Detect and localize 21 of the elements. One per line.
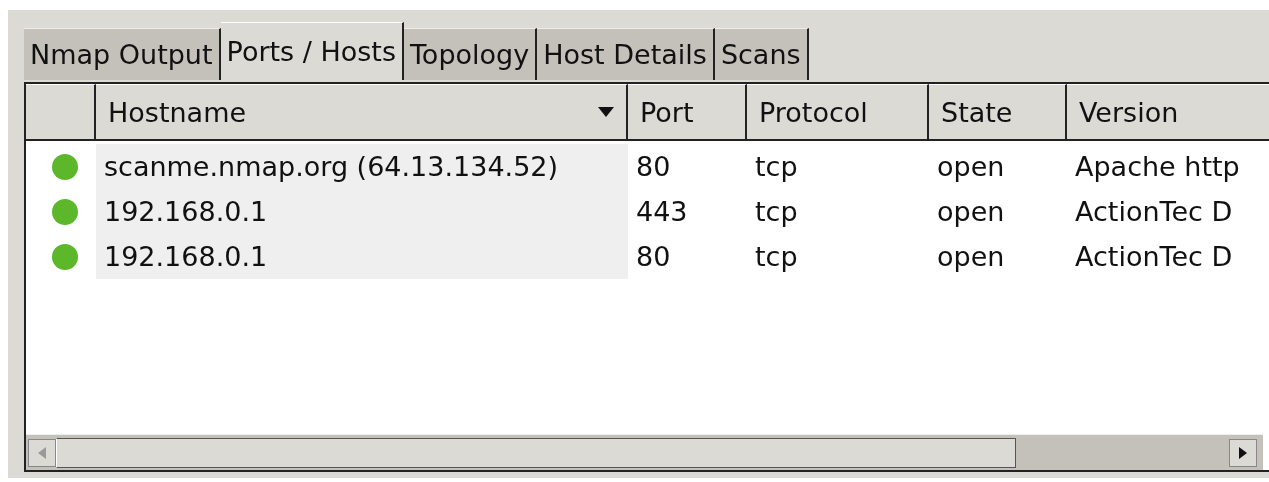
scroll-thumb[interactable]	[56, 437, 1016, 468]
tab[interactable]: Scans	[714, 28, 809, 80]
tab[interactable]: Nmap Output	[24, 28, 221, 80]
right-arrow-icon	[1239, 446, 1247, 459]
column-header[interactable]: State	[929, 84, 1067, 141]
tab[interactable]: Host Details	[537, 28, 715, 80]
column-header[interactable]: Hostname	[96, 84, 628, 141]
left-arrow-icon	[38, 446, 46, 459]
table-cell: scanme.nmap.org (64.13.134.52)	[96, 144, 628, 189]
column-header[interactable]: Protocol	[747, 84, 929, 141]
tab[interactable]: Ports / Hosts	[220, 22, 404, 80]
horizontal-scrollbar[interactable]	[26, 434, 1263, 470]
column-header[interactable]: Version	[1067, 84, 1269, 141]
column-header[interactable]	[26, 84, 96, 141]
tab[interactable]: Topology	[403, 28, 538, 80]
column-header[interactable]: Port	[628, 84, 747, 141]
scroll-left-button[interactable]	[28, 438, 56, 467]
table-cell: 192.168.0.1	[96, 189, 628, 234]
scroll-right-button[interactable]	[1229, 438, 1257, 467]
table-cell: 192.168.0.1	[96, 234, 628, 279]
sort-arrow-icon	[598, 107, 614, 117]
